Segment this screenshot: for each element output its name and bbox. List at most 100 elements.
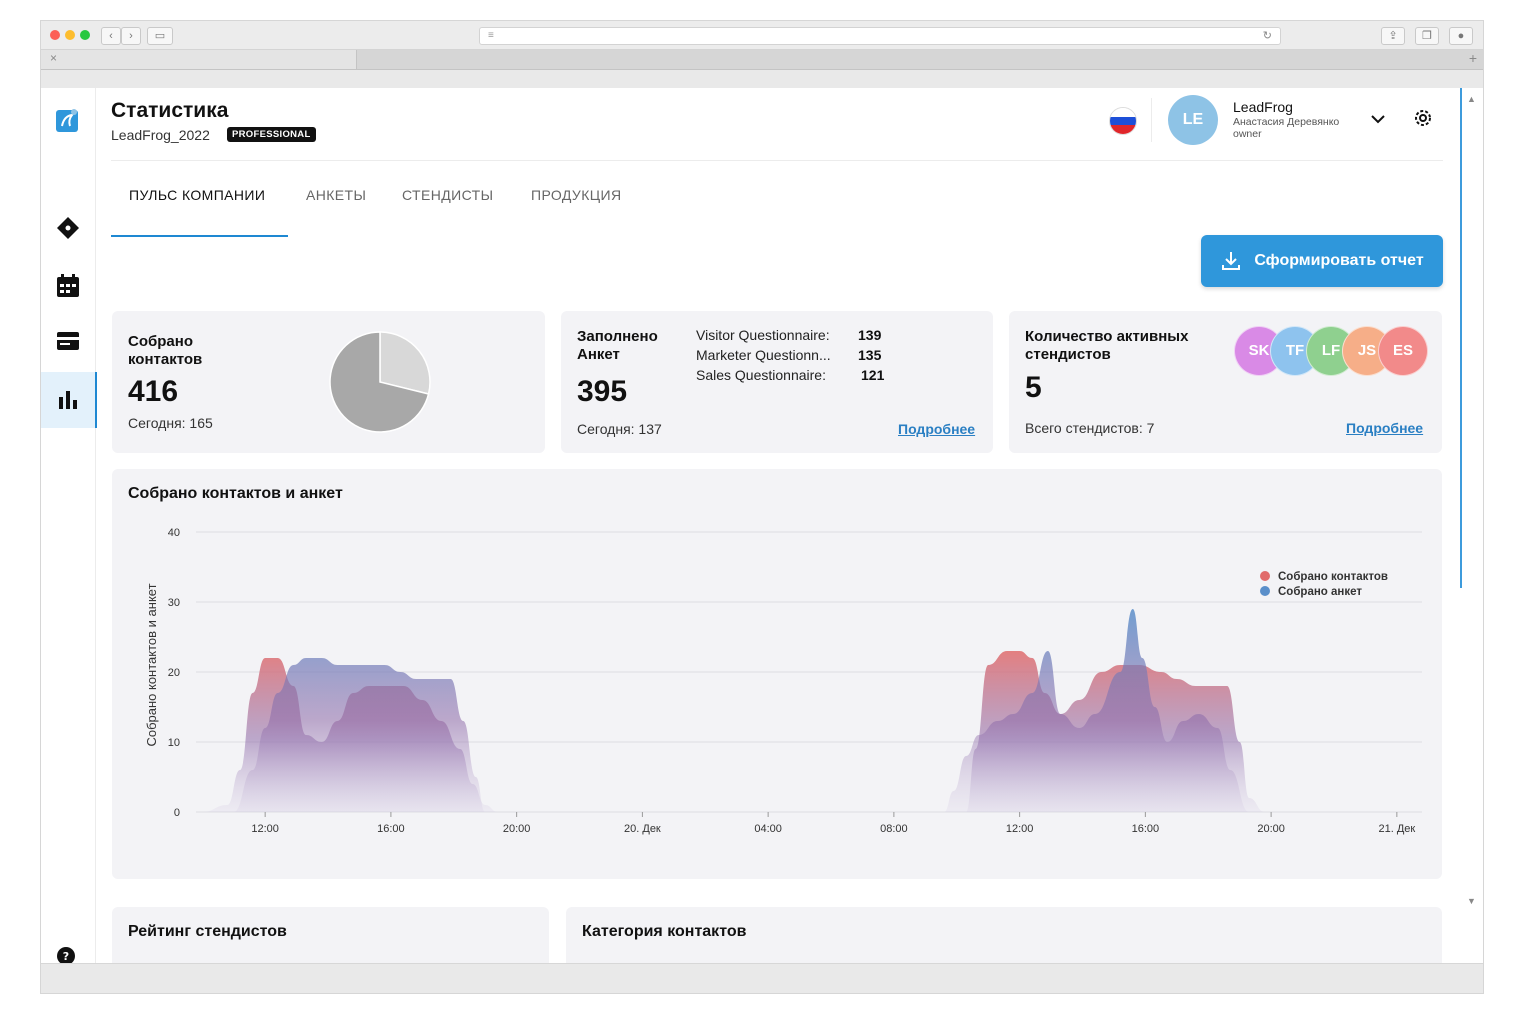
legend-label: Собрано анкет xyxy=(1278,586,1362,598)
scroll-down-icon[interactable]: ▼ xyxy=(1467,896,1476,906)
x-tick-label: 04:00 xyxy=(754,823,782,835)
y-tick-label: 30 xyxy=(168,597,180,609)
app-sidebar: ? xyxy=(41,88,97,968)
bar-chart-icon xyxy=(59,391,77,409)
new-tab-button[interactable]: + xyxy=(1469,50,1477,66)
surveys-today: Сегодня: 137 xyxy=(577,421,662,437)
exhibitors-card: Количество активных стендистов 5 Всего с… xyxy=(1009,311,1442,453)
tabs-overview-button[interactable]: ❐ xyxy=(1415,27,1439,45)
tab-products[interactable]: ПРОДУКЦИЯ xyxy=(513,181,640,237)
sidebar-item-events[interactable] xyxy=(41,258,95,314)
exhibitors-details-link[interactable]: Подробнее xyxy=(1346,420,1423,436)
contacts-today: Сегодня: 165 xyxy=(128,415,213,431)
x-tick-label: 16:00 xyxy=(377,823,405,835)
surveys-details-link[interactable]: Подробнее xyxy=(898,421,975,437)
card-icon xyxy=(57,332,79,350)
sidebar-item-cards[interactable] xyxy=(41,313,95,369)
company-name: LeadFrog_2022 xyxy=(111,127,210,143)
contacts-card: Собрано контактов 416 Сегодня: 165 xyxy=(112,311,545,453)
contacts-pie-chart xyxy=(329,331,431,433)
sidebar-item-statistics[interactable] xyxy=(41,372,97,428)
browser-titlebar: ‹ › ▭ ≡ ↻ ⇪ ❐ ● xyxy=(41,21,1483,50)
back-button[interactable]: ‹ xyxy=(101,27,121,45)
language-flag-icon[interactable] xyxy=(1109,107,1137,135)
contact-categories-card: Категория контактов xyxy=(566,907,1442,963)
x-tick-label: 08:00 xyxy=(880,823,908,835)
surveys-card: Заполнено Анкет 395 Сегодня: 137 Visitor… xyxy=(561,311,993,453)
browser-tab-strip: × + xyxy=(41,50,1483,70)
user-avatar[interactable]: LE xyxy=(1168,95,1218,145)
svg-text:?: ? xyxy=(63,950,69,963)
reload-icon[interactable]: ↻ xyxy=(1263,28,1272,44)
header-divider xyxy=(1151,98,1152,142)
contacts-label: Собрано контактов xyxy=(128,333,203,368)
questionnaire-count: 135 xyxy=(858,347,882,363)
chevron-down-icon[interactable] xyxy=(1369,110,1387,128)
user-company: LeadFrog xyxy=(1233,99,1293,115)
generate-report-button[interactable]: Сформировать отчет xyxy=(1201,235,1443,287)
y-tick-label: 10 xyxy=(168,737,180,749)
close-window-button[interactable] xyxy=(50,30,60,40)
calendar-icon xyxy=(57,274,79,297)
share-button[interactable]: ⇪ xyxy=(1381,27,1405,45)
tab-exhibitors[interactable]: СТЕНДИСТЫ xyxy=(384,181,511,237)
legend-marker xyxy=(1260,571,1270,581)
area-chart: Собрано контактов и анкет 0 10 20 30 40 12:0… xyxy=(144,527,1423,835)
surveys-value: 395 xyxy=(577,375,628,408)
plan-badge: PROFESSIONAL xyxy=(227,127,316,142)
y-tick-label: 40 xyxy=(168,527,180,539)
sidebar-toggle-button[interactable]: ▭ xyxy=(147,27,173,45)
page-header: Статистика LeadFrog_2022 PROFESSIONAL LE… xyxy=(111,88,1443,161)
page-title: Статистика xyxy=(111,99,229,122)
questionnaire-name: Visitor Questionnaire: xyxy=(696,327,830,343)
sidebar-item-tickets[interactable] xyxy=(41,200,95,256)
exhibitor-rating-title: Рейтинг стендистов xyxy=(128,923,287,940)
exhibitors-total: Всего стендистов: 7 xyxy=(1025,420,1155,436)
app-logo[interactable] xyxy=(41,92,95,148)
scroll-up-icon[interactable]: ▲ xyxy=(1467,94,1476,104)
minimize-window-button[interactable] xyxy=(65,30,75,40)
top-spacer xyxy=(41,70,1483,88)
exhibitor-rating-card: Рейтинг стендистов xyxy=(112,907,549,963)
x-tick-label: 12:00 xyxy=(251,823,279,835)
contacts-surveys-chart-card: Собрано контактов и анкет Собрано контак… xyxy=(112,469,1442,879)
questionnaire-count: 139 xyxy=(858,327,882,343)
chart-legend: Собрано контактов Собрано анкет xyxy=(1260,571,1388,598)
legend-marker xyxy=(1260,586,1270,596)
questionnaire-name: Marketer Questionn... xyxy=(696,347,831,363)
download-button[interactable]: ● xyxy=(1449,27,1473,45)
forward-button[interactable]: › xyxy=(121,27,141,45)
scrollbar-thumb[interactable] xyxy=(1460,88,1462,588)
zoom-window-button[interactable] xyxy=(80,30,90,40)
download-icon xyxy=(1222,252,1241,270)
x-tick-label: 20. Дек xyxy=(624,823,661,835)
page-scrollbar[interactable]: ▲ ▼ xyxy=(1459,88,1483,963)
tab-company-pulse[interactable]: ПУЛЬС КОМПАНИИ xyxy=(111,181,288,237)
browser-status-bar xyxy=(41,963,1483,993)
tab-questionnaires[interactable]: АНКЕТЫ xyxy=(288,181,384,237)
generate-report-label: Сформировать отчет xyxy=(1254,252,1424,269)
exhibitors-value: 5 xyxy=(1025,371,1042,404)
ticket-icon xyxy=(57,217,79,239)
close-tab-icon[interactable]: × xyxy=(50,51,57,65)
y-tick-label: 0 xyxy=(174,807,180,819)
gear-icon[interactable] xyxy=(1411,106,1435,130)
questionnaire-name: Sales Questionnaire: xyxy=(696,367,826,383)
surveys-label: Заполнено Анкет xyxy=(577,328,658,363)
reader-icon: ≡ xyxy=(488,30,494,41)
y-axis-label: Собрано контактов и анкет xyxy=(144,583,159,746)
exhibitors-label: Количество активных стендистов xyxy=(1025,328,1189,363)
exhibitor-avatar[interactable]: ES xyxy=(1378,326,1428,376)
questionnaire-count: 121 xyxy=(861,367,885,383)
legend-label: Собрано контактов xyxy=(1278,571,1388,583)
browser-tab[interactable]: × xyxy=(41,50,357,69)
y-tick-label: 20 xyxy=(168,667,180,679)
browser-window: ‹ › ▭ ≡ ↻ ⇪ ❐ ● × + ? Статистика LeadFro… xyxy=(41,21,1483,993)
contact-categories-title: Категория контактов xyxy=(582,923,747,940)
x-tick-label: 20:00 xyxy=(503,823,531,835)
x-tick-label: 20:00 xyxy=(1257,823,1285,835)
user-name: Анастасия Деревянко xyxy=(1233,116,1340,128)
x-tick-label: 12:00 xyxy=(1006,823,1034,835)
address-bar[interactable]: ≡ ↻ xyxy=(479,27,1281,45)
user-role: owner xyxy=(1233,128,1262,140)
